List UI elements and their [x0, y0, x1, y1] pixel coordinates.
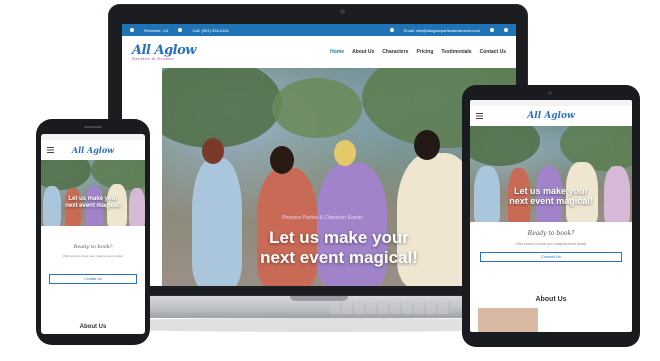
site-logo[interactable]: All Aglow Parties & Events	[132, 44, 196, 61]
menu-icon[interactable]	[47, 147, 54, 153]
tablet-logo[interactable]: All Aglow	[527, 111, 574, 121]
tablet-screen: All Aglow Let us make your next event ma…	[470, 100, 632, 332]
tablet-hero-image: Let us make your next event magical!	[470, 126, 632, 222]
nav-contact[interactable]: Contact Us	[480, 49, 506, 55]
tablet-contact-button[interactable]: Contact Us	[480, 252, 622, 262]
location-icon	[130, 28, 134, 32]
phone-contact-button[interactable]: Contact Us	[49, 274, 137, 284]
phone-navbar: All Aglow	[41, 140, 145, 160]
site-navbar: All Aglow Parties & Events Home About Us…	[122, 36, 516, 68]
tablet-navbar: All Aglow	[470, 106, 632, 126]
phone-ready-heading: Ready to book?	[73, 244, 113, 250]
social-icon[interactable]	[504, 28, 508, 32]
contact-topbar: Riverside, CA Call: (951) 534-9161 Email…	[122, 24, 516, 36]
laptop-screen: Riverside, CA Call: (951) 534-9161 Email…	[122, 24, 516, 286]
camera-icon	[548, 91, 552, 95]
tablet-hero-line1: Let us make your	[513, 186, 589, 196]
phone-speaker	[84, 126, 102, 128]
nav-about[interactable]: About Us	[352, 49, 374, 55]
phone-hero-title: Let us make your next event magical!	[41, 196, 145, 210]
tablet-hero-title: Let us make your next event magical!	[470, 186, 632, 206]
tablet-hero-line2: next event magical!	[509, 196, 593, 206]
phone-hero-line1: Let us make your	[68, 196, 118, 202]
tablet-about-image	[478, 308, 538, 332]
laptop-trackpad-hint	[330, 302, 450, 314]
topbar-phone[interactable]: Call: (951) 534-9161	[192, 28, 228, 33]
nav-characters[interactable]: Characters	[382, 49, 408, 55]
tablet-ready-text: Click below to book your magical event t…	[515, 242, 587, 246]
phone-hero-image: Let us make your next event magical!	[41, 160, 145, 226]
hero-tagline: Princess Parties & Character Events	[282, 215, 363, 221]
phone-icon	[178, 28, 183, 32]
main-nav: Home About Us Characters Pricing Testimo…	[330, 49, 506, 55]
nav-testimonials[interactable]: Testimonials	[441, 49, 471, 55]
menu-icon[interactable]	[476, 113, 483, 119]
phone-screen: All Aglow Let us make your next event ma…	[41, 134, 145, 334]
camera-icon	[340, 9, 345, 14]
phone-about-heading: About Us	[79, 324, 107, 330]
social-icon[interactable]	[490, 28, 494, 32]
nav-pricing[interactable]: Pricing	[416, 49, 433, 55]
topbar-email[interactable]: Email: info@allaglowpartiesandevents.com	[404, 28, 480, 33]
phone-logo[interactable]: All Aglow	[72, 146, 114, 154]
topbar-location: Riverside, CA	[144, 27, 169, 33]
email-icon	[389, 28, 394, 32]
phone-hero-line2: next event magical!	[65, 203, 121, 209]
nav-home[interactable]: Home	[330, 49, 344, 55]
tablet-about-heading: About Us	[535, 296, 567, 303]
laptop-notch	[290, 296, 348, 301]
phone-ready-text: Click below to book your magical event t…	[62, 254, 124, 258]
tablet-ready-heading: Ready to book?	[527, 230, 575, 237]
